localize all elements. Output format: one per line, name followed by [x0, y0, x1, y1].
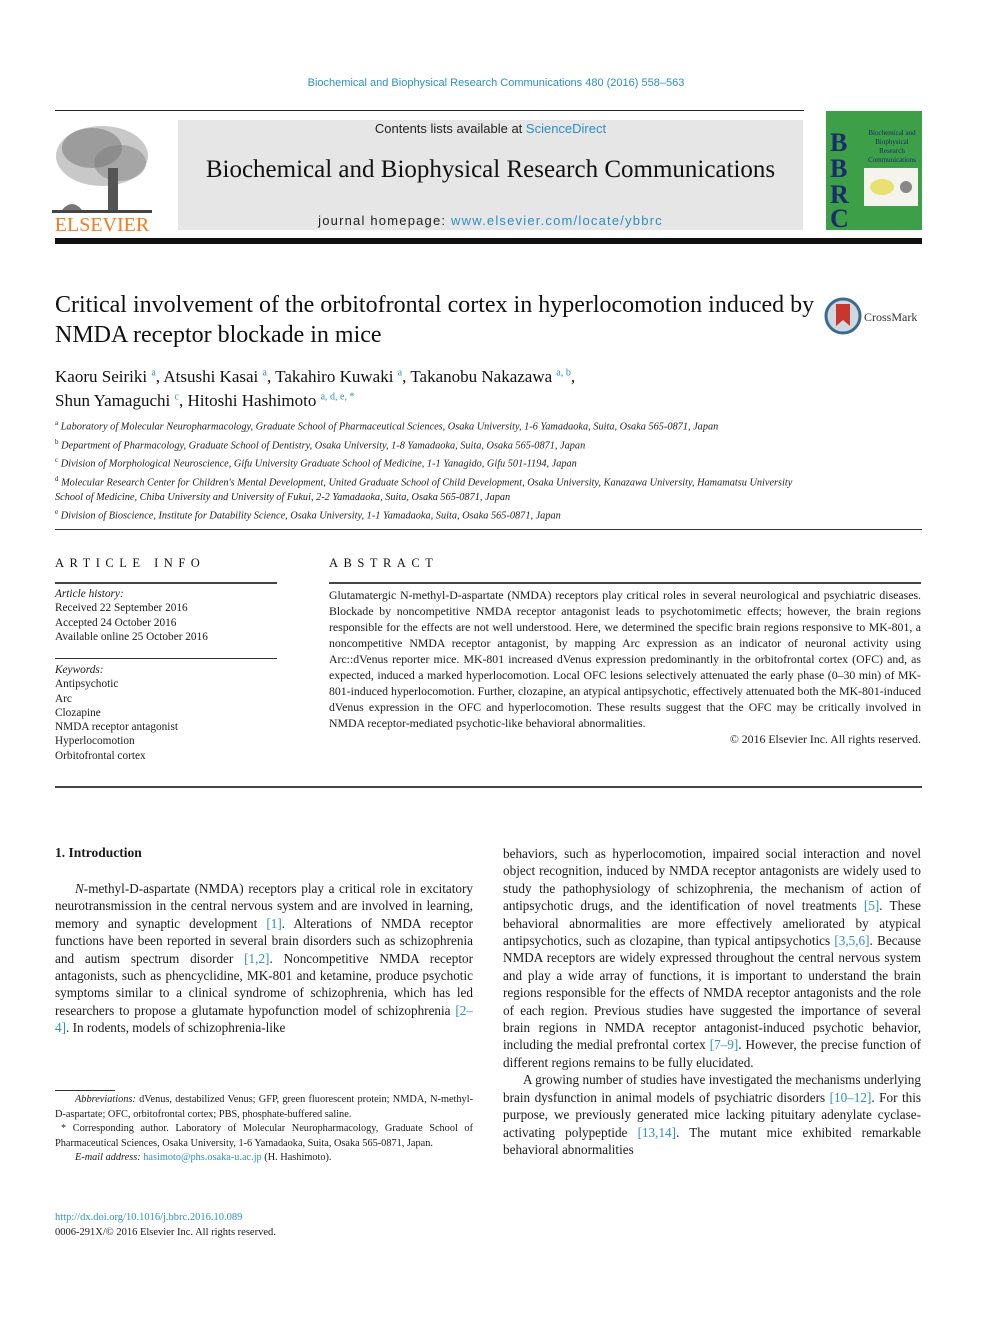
history-accepted: Accepted 24 October 2016: [55, 616, 177, 629]
intro-heading: 1. Introduction: [55, 845, 142, 860]
abstract-rule: [329, 582, 921, 584]
issn-line: 0006-291X/© 2016 Elsevier Inc. All right…: [55, 1227, 276, 1238]
keyword: Clozapine: [55, 706, 101, 719]
article-info-heading: ARTICLE INFO: [55, 556, 206, 570]
intro-right-column: behaviors, such as hyperlocomotion, impa…: [503, 845, 921, 1158]
author[interactable]: Takanobu Nakazawa a, b,: [410, 367, 575, 386]
keyword: Arc: [55, 692, 72, 705]
text-run: . Because NMDA receptors are widely expr…: [503, 933, 922, 1053]
abstract: Glutamatergic N-methyl-D-aspartate (NMDA…: [329, 587, 921, 747]
svg-text:Research: Research: [879, 147, 905, 155]
history-received: Received 22 September 2016: [55, 602, 188, 615]
abstract-copyright: © 2016 Elsevier Inc. All rights reserved…: [729, 732, 921, 746]
reference-link[interactable]: [1]: [266, 916, 281, 931]
text-run: . In rodents, models of schizophrenia-li…: [66, 1020, 286, 1036]
keywords-rule: [55, 658, 277, 659]
text-run: N: [75, 881, 84, 896]
affiliation: e Division of Bioscience, Institute for …: [55, 507, 561, 522]
svg-text:Biophysical: Biophysical: [875, 138, 908, 146]
reference-link[interactable]: [5]: [864, 898, 879, 913]
reference-link[interactable]: [7–9]: [710, 1037, 739, 1052]
cover-letter: B: [830, 128, 847, 157]
article-info-rule: [55, 582, 277, 584]
contents-prefix: Contents lists available at: [374, 121, 526, 136]
intro-paragraph: behaviors, such as hyperlocomotion, impa…: [503, 845, 921, 1071]
homepage-link[interactable]: www.elsevier.com/locate/ybbrc: [451, 213, 663, 228]
text-run: D: [129, 881, 139, 896]
keyword: NMDA receptor antagonist: [55, 721, 178, 734]
affiliation: d Molecular Research Center for Children…: [55, 474, 793, 503]
corresponding-footnote: * Corresponding author. Laboratory of Mo…: [55, 1123, 473, 1149]
author[interactable]: Kaoru Seiriki a,: [55, 367, 163, 386]
affiliation: c Division of Morphological Neuroscience…: [55, 456, 577, 470]
journal-cover[interactable]: B B R C Biochemical and Biophysical Rese…: [826, 111, 922, 233]
history-online: Available online 25 October 2016: [55, 630, 208, 643]
keywords-label: Keywords:: [55, 664, 104, 676]
doi-link[interactable]: http://dx.doi.org/10.1016/j.bbrc.2016.10…: [55, 1210, 276, 1225]
abstract-heading: ABSTRACT: [329, 556, 439, 570]
contents-line: Contents lists available at ScienceDirec…: [178, 121, 803, 136]
header-rule: [55, 110, 804, 111]
elsevier-wordmark: ELSEVIER: [55, 214, 150, 236]
author[interactable]: Takahiro Kuwaki a,: [275, 367, 410, 386]
svg-text:Communications: Communications: [868, 156, 916, 164]
text-run: behaviors, such as hyperlocomotion, impa…: [503, 846, 921, 914]
keyword: Hyperlocomotion: [55, 735, 135, 748]
doi-block: http://dx.doi.org/10.1016/j.bbrc.2016.10…: [55, 1210, 276, 1240]
reference-link[interactable]: [3,5,6]: [834, 933, 869, 948]
journal-homepage: journal homepage: www.elsevier.com/locat…: [178, 213, 803, 228]
journal-title: Biochemical and Biophysical Research Com…: [205, 156, 776, 183]
author[interactable]: Shun Yamaguchi c,: [55, 391, 187, 410]
email-link[interactable]: hasimoto@phs.osaka-u.ac.jp: [143, 1152, 261, 1163]
intro-left-column: N-methyl-D-aspartate (NMDA) receptors pl…: [55, 880, 473, 1037]
section-divider: [55, 529, 922, 530]
intro-paragraph: A growing number of studies have investi…: [503, 1071, 921, 1158]
author-list: Kaoru Seiriki a, Atsushi Kasai a, Takahi…: [55, 362, 815, 411]
affiliation: a Laboratory of Molecular Neuropharmacol…: [55, 419, 719, 433]
keywords: Keywords: Antipsychotic Arc Clozapine NM…: [55, 663, 277, 763]
reference-link[interactable]: [1,2]: [244, 951, 269, 966]
crossmark-label: CrossMark: [864, 310, 917, 324]
reference-link[interactable]: [13,14]: [638, 1125, 676, 1140]
text-run: -methyl-: [83, 881, 130, 896]
bbrc-cover-icon: B B R C Biochemical and Biophysical Rese…: [826, 111, 922, 233]
abstract-body: Glutamatergic N-methyl-D-aspartate (NMDA…: [329, 588, 921, 730]
affiliations: a Laboratory of Molecular Neuropharmacol…: [55, 416, 815, 523]
history-label: Article history:: [55, 588, 124, 600]
article-history: Article history: Received 22 September 2…: [55, 587, 277, 644]
email-footnote: E-mail address: hasimoto@phs.osaka-u.ac.…: [75, 1152, 332, 1163]
article-title: Critical involvement of the orbitofronta…: [55, 292, 815, 348]
elsevier-tree-icon: ELSEVIER: [52, 126, 152, 236]
reference-link[interactable]: [10–12]: [830, 1090, 872, 1105]
affiliation: b Department of Pharmacology, Graduate S…: [55, 437, 586, 452]
svg-text:Biochemical and: Biochemical and: [868, 129, 916, 137]
abbreviations-footnote: Abbreviations: dVenus, destabilized Venu…: [55, 1094, 473, 1120]
elsevier-logo[interactable]: ELSEVIER: [52, 118, 157, 236]
author[interactable]: Hitoshi Hashimoto a, d, e, *: [187, 391, 354, 410]
header-thick-rule: [55, 238, 922, 244]
footnote-rule: [55, 1090, 115, 1091]
keyword: Orbitofrontal cortex: [55, 749, 146, 762]
keyword: Antipsychotic: [55, 678, 119, 691]
cover-letter: C: [830, 204, 849, 230]
crossmark-icon: CrossMark: [824, 297, 917, 335]
homepage-prefix: journal homepage:: [318, 213, 452, 228]
cover-letter: B: [830, 154, 847, 183]
author[interactable]: Atsushi Kasai a,: [163, 367, 275, 386]
section-divider: [55, 786, 922, 788]
sciencedirect-link[interactable]: ScienceDirect: [526, 121, 606, 136]
journal-citation[interactable]: Biochemical and Biophysical Research Com…: [0, 77, 992, 89]
footnotes: Abbreviations: dVenus, destabilized Venu…: [55, 1093, 473, 1166]
crossmark-button[interactable]: CrossMark: [824, 296, 934, 336]
